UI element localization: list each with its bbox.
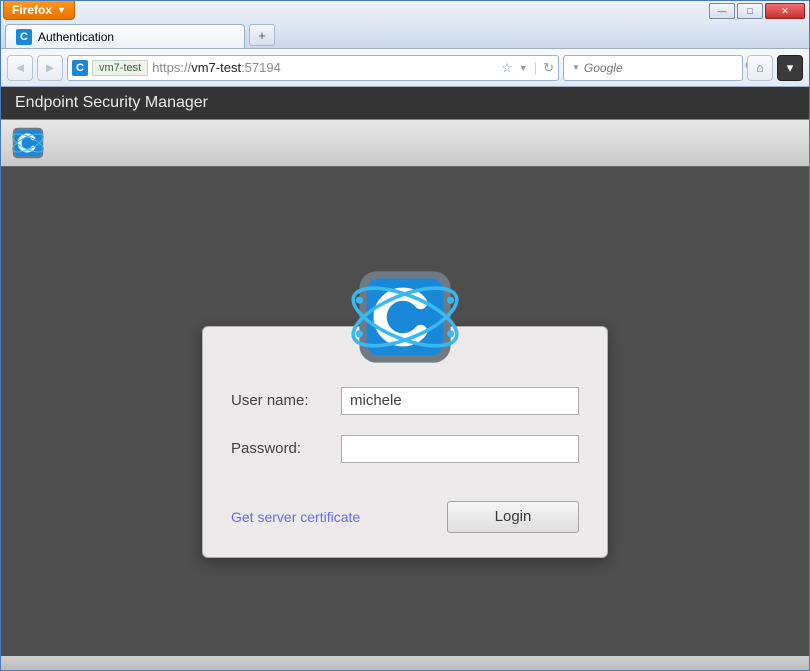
login-button[interactable]: Login: [447, 501, 579, 533]
new-tab-button[interactable]: +: [249, 24, 275, 46]
arrow-right-icon: ►: [44, 60, 57, 75]
chevron-down-icon[interactable]: ▼: [572, 63, 580, 72]
close-button[interactable]: ✕: [765, 3, 805, 19]
reload-button[interactable]: ↻: [543, 60, 554, 76]
search-bar[interactable]: ▼ 🔍: [563, 55, 743, 81]
url-host: vm7-test: [191, 60, 241, 75]
password-input[interactable]: [341, 435, 579, 463]
home-button[interactable]: ⌂: [747, 55, 773, 81]
site-identity-block[interactable]: vm7-test: [92, 60, 148, 76]
maximize-button[interactable]: □: [737, 3, 763, 19]
firefox-menu-button[interactable]: Firefox ▼: [3, 1, 75, 20]
tab-strip: C Authentication +: [1, 23, 809, 49]
chevron-down-icon: ▼: [57, 5, 66, 15]
footer-strip: [1, 656, 809, 670]
page-content: Endpoint Security Manager Use: [1, 87, 809, 670]
app-title: Endpoint Security Manager: [1, 87, 809, 119]
app-logo-large-icon: [345, 257, 465, 377]
search-input[interactable]: [584, 61, 741, 75]
tab-authentication[interactable]: C Authentication: [5, 24, 245, 48]
minimize-button[interactable]: —: [709, 3, 735, 19]
login-panel: User name: Password: Get server certific…: [202, 326, 608, 558]
bookmarks-button[interactable]: ▾: [777, 55, 803, 81]
back-button[interactable]: ◄: [7, 55, 33, 81]
password-label: Password:: [231, 440, 341, 457]
bookmark-star-icon[interactable]: ☆: [501, 60, 513, 76]
url-prefix: https://: [152, 60, 191, 75]
arrow-left-icon: ◄: [14, 60, 27, 75]
firefox-menu-label: Firefox: [12, 3, 52, 17]
username-input[interactable]: [341, 387, 579, 415]
bookmarks-icon: ▾: [787, 60, 794, 76]
forward-button[interactable]: ►: [37, 55, 63, 81]
site-favicon-icon: C: [72, 60, 88, 76]
get-server-certificate-link[interactable]: Get server certificate: [231, 509, 360, 525]
username-label: User name:: [231, 392, 341, 409]
app-header: [1, 119, 809, 167]
dropdown-icon[interactable]: ▼: [519, 63, 528, 73]
home-icon: ⌂: [756, 60, 764, 75]
url-bar[interactable]: C vm7-test https:// vm7-test :57194 ☆ ▼ …: [67, 55, 559, 81]
url-suffix: :57194: [241, 60, 281, 75]
app-logo-icon: [9, 124, 47, 162]
app-favicon-icon: C: [16, 29, 32, 45]
tab-title: Authentication: [38, 30, 114, 44]
navigation-toolbar: ◄ ► C vm7-test https:// vm7-test :57194 …: [1, 49, 809, 87]
